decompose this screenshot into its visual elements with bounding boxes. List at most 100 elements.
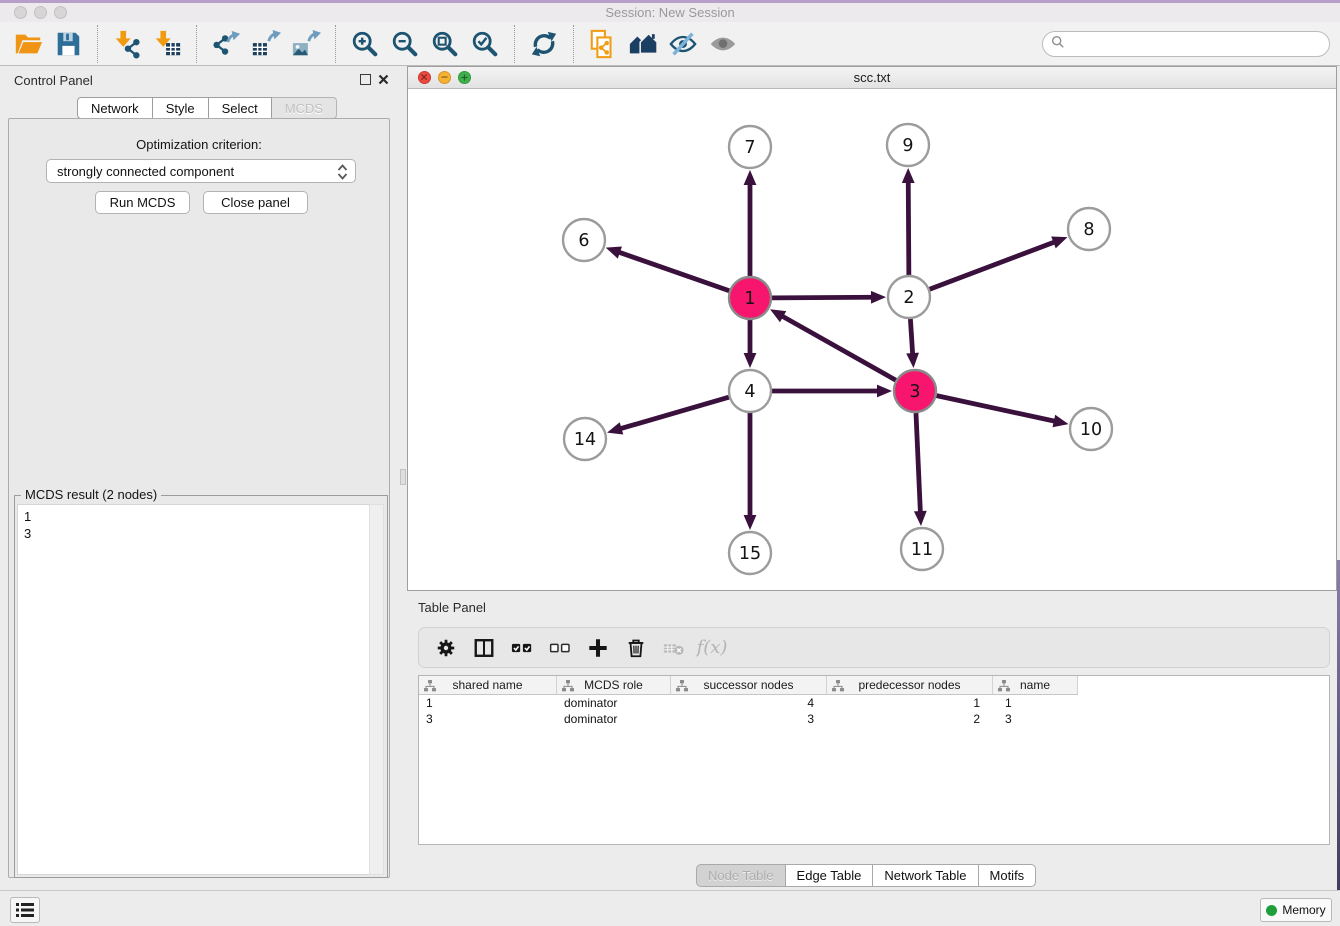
table-cell[interactable]: 3 bbox=[419, 712, 557, 728]
open-session-icon[interactable] bbox=[11, 27, 45, 61]
tab-mcds[interactable]: MCDS bbox=[272, 97, 337, 119]
graph-node-label: 1 bbox=[744, 289, 755, 309]
tab-network[interactable]: Network bbox=[77, 97, 153, 119]
split-pane-icon[interactable] bbox=[469, 634, 499, 662]
tab-motifs[interactable]: Motifs bbox=[979, 864, 1037, 887]
network-window-titlebar[interactable]: scc.txt bbox=[408, 67, 1336, 89]
criterion-select[interactable]: strongly connected component bbox=[46, 159, 356, 183]
table-rows: 1dominator4113dominator323 bbox=[419, 696, 1329, 728]
column-header-successor-nodes[interactable]: successor nodes bbox=[671, 676, 827, 695]
column-header-mcds-role[interactable]: MCDS role bbox=[557, 676, 671, 695]
table-cell[interactable]: dominator bbox=[557, 696, 671, 712]
status-bar: Memory bbox=[0, 890, 1340, 926]
table-cell[interactable]: 3 bbox=[993, 712, 1078, 728]
search-input[interactable] bbox=[1070, 36, 1321, 53]
graph-edge-arrow bbox=[744, 170, 757, 185]
zoom-out-icon[interactable] bbox=[388, 27, 422, 61]
save-session-icon[interactable] bbox=[51, 27, 85, 61]
search-box[interactable] bbox=[1042, 31, 1330, 57]
select-all-icon[interactable] bbox=[507, 634, 537, 662]
vertical-splitter-grip[interactable] bbox=[400, 469, 406, 485]
column-header-name[interactable]: name bbox=[993, 676, 1078, 695]
zoom-selected-icon[interactable] bbox=[468, 27, 502, 61]
column-header-label: successor nodes bbox=[671, 678, 826, 692]
network-canvas[interactable]: 7968124314101511 bbox=[408, 89, 1336, 590]
tab-select[interactable]: Select bbox=[209, 97, 272, 119]
tab-network-table[interactable]: Network Table bbox=[873, 864, 978, 887]
graph-edge-2-9[interactable] bbox=[908, 180, 909, 275]
export-table-icon[interactable] bbox=[249, 27, 283, 61]
export-image-icon[interactable] bbox=[289, 27, 323, 61]
graph-node-label: 15 bbox=[739, 544, 761, 564]
table-cell[interactable]: 4 bbox=[671, 696, 827, 712]
table-toolbar: f(x) bbox=[418, 627, 1330, 668]
tab-style[interactable]: Style bbox=[153, 97, 209, 119]
task-list-button[interactable] bbox=[10, 897, 40, 923]
zoom-fit-icon[interactable] bbox=[428, 27, 462, 61]
column-header-label: name bbox=[993, 678, 1077, 692]
toolbar-separator bbox=[97, 25, 98, 63]
graph-edge-3-11[interactable] bbox=[916, 413, 920, 514]
column-header-predecessor-nodes[interactable]: predecessor nodes bbox=[827, 676, 993, 695]
zoom-in-icon[interactable] bbox=[348, 27, 382, 61]
node-table: shared nameMCDS rolesuccessor nodesprede… bbox=[418, 675, 1330, 845]
graph-edge-arrow bbox=[902, 168, 915, 183]
export-network-icon[interactable] bbox=[209, 27, 243, 61]
graph-edge-1-6[interactable] bbox=[617, 252, 729, 291]
stepper-icon bbox=[337, 164, 348, 183]
control-panel-tabs: NetworkStyleSelectMCDS bbox=[77, 97, 337, 119]
refresh-icon[interactable] bbox=[527, 27, 561, 61]
mcds-result-textarea[interactable]: 1 3 bbox=[17, 504, 370, 875]
import-table-icon[interactable] bbox=[150, 27, 184, 61]
column-header-label: predecessor nodes bbox=[827, 678, 992, 692]
deselect-all-icon[interactable] bbox=[545, 634, 575, 662]
table-row[interactable]: 3dominator323 bbox=[419, 712, 1329, 728]
toolbar-separator bbox=[514, 25, 515, 63]
table-cell[interactable]: 3 bbox=[671, 712, 827, 728]
import-network-icon[interactable] bbox=[110, 27, 144, 61]
graph-node-label: 14 bbox=[574, 430, 596, 450]
control-panel: Control Panel NetworkStyleSelectMCDS Opt… bbox=[0, 66, 400, 890]
memory-status-dot bbox=[1266, 905, 1277, 916]
network-window-title: scc.txt bbox=[408, 70, 1336, 85]
two-houses-icon[interactable] bbox=[626, 27, 660, 61]
tab-edge-table[interactable]: Edge Table bbox=[786, 864, 874, 887]
table-cell[interactable]: 2 bbox=[827, 712, 993, 728]
gear-icon[interactable] bbox=[431, 634, 461, 662]
table-header: shared nameMCDS rolesuccessor nodesprede… bbox=[419, 676, 1078, 695]
table-cell[interactable]: 1 bbox=[993, 696, 1078, 712]
table-cell[interactable]: dominator bbox=[557, 712, 671, 728]
graph-edge-1-2[interactable] bbox=[772, 297, 874, 298]
graph-edge-3-10[interactable] bbox=[937, 396, 1057, 422]
mcds-result-text: 1 3 bbox=[24, 508, 31, 542]
delete-icon[interactable] bbox=[621, 634, 651, 662]
graph-edge-2-3[interactable] bbox=[910, 319, 912, 356]
memory-button[interactable]: Memory bbox=[1260, 898, 1332, 922]
float-panel-icon[interactable] bbox=[360, 74, 371, 85]
clone-network-icon[interactable] bbox=[586, 27, 620, 61]
graph-node-label: 9 bbox=[902, 136, 913, 156]
function-icon: f(x) bbox=[697, 634, 727, 662]
graph-edge-4-14[interactable] bbox=[619, 397, 729, 429]
graph-edge-3-1[interactable] bbox=[780, 315, 895, 380]
graph-edge-arrow bbox=[1051, 236, 1067, 248]
table-cell[interactable]: 1 bbox=[419, 696, 557, 712]
graph-edge-arrow bbox=[1053, 415, 1069, 428]
run-mcds-button[interactable]: Run MCDS bbox=[95, 191, 190, 214]
graph-edge-2-8[interactable] bbox=[930, 241, 1057, 289]
mcds-result-scrollbar[interactable] bbox=[369, 504, 384, 875]
graph-node-label: 8 bbox=[1083, 220, 1094, 240]
graph-edge-arrow bbox=[906, 353, 919, 368]
tab-node-table[interactable]: Node Table bbox=[696, 864, 786, 887]
add-icon[interactable] bbox=[583, 634, 613, 662]
control-panel-title: Control Panel bbox=[14, 73, 93, 88]
close-panel-button[interactable]: Close panel bbox=[203, 191, 308, 214]
table-cell[interactable]: 1 bbox=[827, 696, 993, 712]
graph-edge-arrow bbox=[877, 385, 892, 398]
table-row[interactable]: 1dominator411 bbox=[419, 696, 1329, 712]
eye-slash-icon[interactable] bbox=[666, 27, 700, 61]
close-panel-icon[interactable] bbox=[378, 74, 389, 85]
mcds-result-legend: MCDS result (2 nodes) bbox=[21, 487, 161, 502]
toolbar-separator bbox=[335, 25, 336, 63]
column-header-shared-name[interactable]: shared name bbox=[419, 676, 557, 695]
